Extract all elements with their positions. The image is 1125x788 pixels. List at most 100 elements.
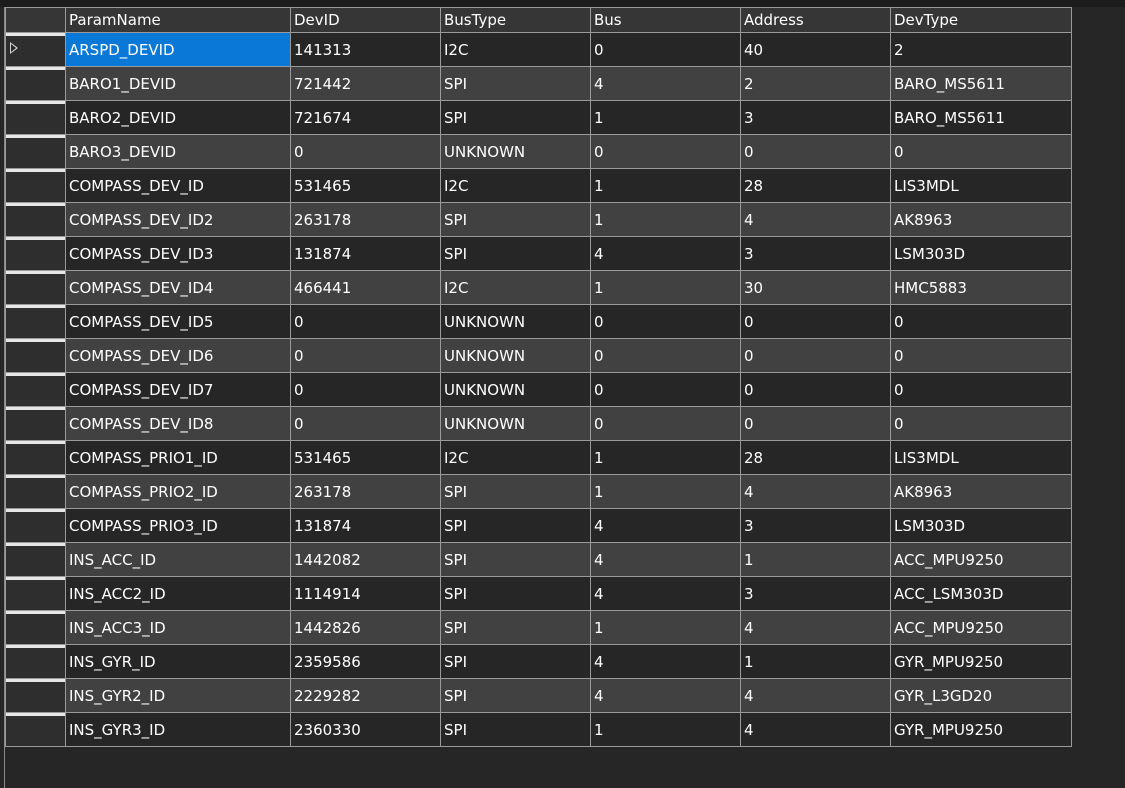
cell-bustype[interactable]: SPI <box>440 610 591 645</box>
cell-address[interactable]: 3 <box>740 576 891 611</box>
table-row[interactable]: COMPASS_DEV_ID5 0 UNKNOWN 0 0 0 <box>5 304 1072 339</box>
cell-devid[interactable]: 131874 <box>290 236 441 271</box>
table-row[interactable]: INS_ACC_ID 1442082 SPI 4 1 ACC_MPU9250 <box>5 542 1072 577</box>
column-header-devtype[interactable]: DevType <box>890 7 1072 33</box>
cell-devid[interactable]: 0 <box>290 304 441 339</box>
row-header[interactable] <box>5 338 66 373</box>
cell-devid[interactable]: 0 <box>290 372 441 407</box>
cell-devtype[interactable]: AK8963 <box>890 474 1072 509</box>
row-header[interactable] <box>5 66 66 101</box>
cell-devtype[interactable]: GYR_MPU9250 <box>890 712 1072 747</box>
cell-devtype[interactable]: HMC5883 <box>890 270 1072 305</box>
cell-bustype[interactable]: SPI <box>440 66 591 101</box>
row-header[interactable] <box>5 406 66 441</box>
cell-devid[interactable]: 2360330 <box>290 712 441 747</box>
cell-address[interactable]: 3 <box>740 100 891 135</box>
cell-bus[interactable]: 4 <box>590 678 741 713</box>
cell-address[interactable]: 0 <box>740 372 891 407</box>
cell-bustype[interactable]: SPI <box>440 712 591 747</box>
cell-bustype[interactable]: UNKNOWN <box>440 134 591 169</box>
row-header[interactable] <box>5 576 66 611</box>
table-row[interactable]: BARO2_DEVID 721674 SPI 1 3 BARO_MS5611 <box>5 100 1072 135</box>
cell-devid[interactable]: 721674 <box>290 100 441 135</box>
cell-address[interactable]: 4 <box>740 610 891 645</box>
row-header-corner[interactable] <box>5 7 66 33</box>
cell-bus[interactable]: 1 <box>590 610 741 645</box>
row-header[interactable] <box>5 678 66 713</box>
cell-bus[interactable]: 0 <box>590 406 741 441</box>
cell-bus[interactable]: 0 <box>590 372 741 407</box>
cell-devid[interactable]: 2229282 <box>290 678 441 713</box>
cell-paramname[interactable]: INS_ACC2_ID <box>65 576 291 611</box>
cell-paramname[interactable]: BARO2_DEVID <box>65 100 291 135</box>
cell-bustype[interactable]: I2C <box>440 270 591 305</box>
cell-address[interactable]: 30 <box>740 270 891 305</box>
cell-bustype[interactable]: I2C <box>440 440 591 475</box>
column-header-address[interactable]: Address <box>740 7 891 33</box>
table-row[interactable]: INS_ACC2_ID 1114914 SPI 4 3 ACC_LSM303D <box>5 576 1072 611</box>
table-row[interactable]: COMPASS_DEV_ID 531465 I2C 1 28 LIS3MDL <box>5 168 1072 203</box>
row-header[interactable] <box>5 440 66 475</box>
cell-address[interactable]: 4 <box>740 474 891 509</box>
cell-address[interactable]: 40 <box>740 32 891 67</box>
column-header-bus[interactable]: Bus <box>590 7 741 33</box>
cell-paramname[interactable]: COMPASS_DEV_ID2 <box>65 202 291 237</box>
cell-address[interactable]: 2 <box>740 66 891 101</box>
cell-bus[interactable]: 1 <box>590 712 741 747</box>
cell-bus[interactable]: 1 <box>590 474 741 509</box>
cell-bus[interactable]: 4 <box>590 576 741 611</box>
table-row[interactable]: COMPASS_DEV_ID6 0 UNKNOWN 0 0 0 <box>5 338 1072 373</box>
cell-devid[interactable]: 131874 <box>290 508 441 543</box>
cell-bustype[interactable]: UNKNOWN <box>440 372 591 407</box>
cell-bustype[interactable]: SPI <box>440 236 591 271</box>
cell-bustype[interactable]: SPI <box>440 542 591 577</box>
cell-devtype[interactable]: ACC_MPU9250 <box>890 542 1072 577</box>
cell-bus[interactable]: 4 <box>590 236 741 271</box>
table-row[interactable]: COMPASS_DEV_ID7 0 UNKNOWN 0 0 0 <box>5 372 1072 407</box>
row-header[interactable] <box>5 610 66 645</box>
cell-devid[interactable]: 1114914 <box>290 576 441 611</box>
cell-bustype[interactable]: I2C <box>440 168 591 203</box>
cell-bus[interactable]: 4 <box>590 66 741 101</box>
cell-paramname[interactable]: COMPASS_PRIO1_ID <box>65 440 291 475</box>
cell-paramname[interactable]: COMPASS_DEV_ID <box>65 168 291 203</box>
cell-bus[interactable]: 4 <box>590 644 741 679</box>
cell-devid[interactable]: 721442 <box>290 66 441 101</box>
cell-devtype[interactable]: 0 <box>890 304 1072 339</box>
row-header[interactable] <box>5 712 66 747</box>
cell-devtype[interactable]: 2 <box>890 32 1072 67</box>
table-row[interactable]: ARSPD_DEVID 141313 I2C 0 40 2 <box>5 32 1072 67</box>
cell-bus[interactable]: 1 <box>590 270 741 305</box>
table-row[interactable]: COMPASS_PRIO3_ID 131874 SPI 4 3 LSM303D <box>5 508 1072 543</box>
device-id-grid[interactable]: ParamName DevID BusType Bus Address DevT… <box>5 7 1072 747</box>
cell-address[interactable]: 0 <box>740 304 891 339</box>
cell-paramname[interactable]: INS_GYR_ID <box>65 644 291 679</box>
table-row[interactable]: INS_GYR2_ID 2229282 SPI 4 4 GYR_L3GD20 <box>5 678 1072 713</box>
table-row[interactable]: BARO3_DEVID 0 UNKNOWN 0 0 0 <box>5 134 1072 169</box>
cell-address[interactable]: 28 <box>740 168 891 203</box>
cell-address[interactable]: 1 <box>740 542 891 577</box>
cell-bus[interactable]: 0 <box>590 304 741 339</box>
cell-paramname[interactable]: COMPASS_DEV_ID7 <box>65 372 291 407</box>
cell-paramname[interactable]: COMPASS_DEV_ID4 <box>65 270 291 305</box>
cell-paramname[interactable]: COMPASS_DEV_ID5 <box>65 304 291 339</box>
row-header[interactable] <box>5 508 66 543</box>
cell-bustype[interactable]: I2C <box>440 32 591 67</box>
row-header[interactable] <box>5 270 66 305</box>
column-header-devid[interactable]: DevID <box>290 7 441 33</box>
cell-bustype[interactable]: SPI <box>440 508 591 543</box>
cell-paramname[interactable]: COMPASS_PRIO3_ID <box>65 508 291 543</box>
cell-bus[interactable]: 0 <box>590 134 741 169</box>
cell-bustype[interactable]: SPI <box>440 576 591 611</box>
cell-bustype[interactable]: SPI <box>440 474 591 509</box>
row-header[interactable] <box>5 202 66 237</box>
cell-devid[interactable]: 263178 <box>290 202 441 237</box>
cell-devid[interactable]: 1442082 <box>290 542 441 577</box>
cell-devid[interactable]: 2359586 <box>290 644 441 679</box>
table-row[interactable]: COMPASS_DEV_ID8 0 UNKNOWN 0 0 0 <box>5 406 1072 441</box>
table-row[interactable]: BARO1_DEVID 721442 SPI 4 2 BARO_MS5611 <box>5 66 1072 101</box>
row-header[interactable] <box>5 32 66 67</box>
cell-paramname[interactable]: INS_GYR3_ID <box>65 712 291 747</box>
cell-paramname[interactable]: INS_GYR2_ID <box>65 678 291 713</box>
cell-bus[interactable]: 4 <box>590 542 741 577</box>
